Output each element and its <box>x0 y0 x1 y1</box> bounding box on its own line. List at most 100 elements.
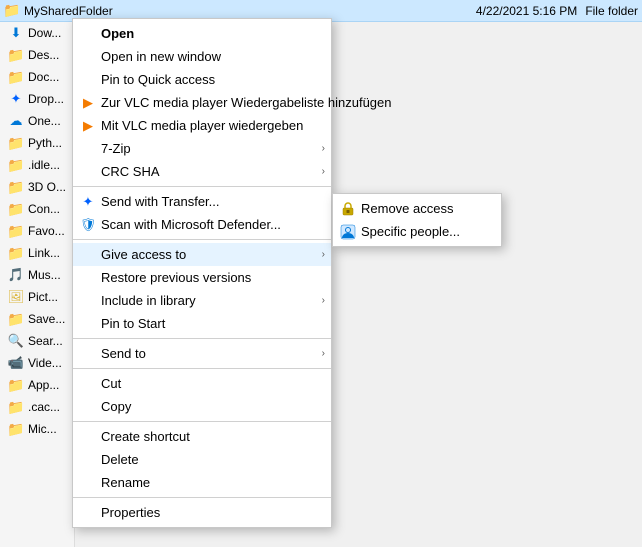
folder-icon-fav: 📁 <box>8 223 24 239</box>
sidebar-item-downloads[interactable]: ⬇ Dow... <box>0 22 74 44</box>
sidebar-item-contacts[interactable]: 📁 Con... <box>0 198 74 220</box>
sidebar-label: Save... <box>28 312 65 326</box>
menu-label: Scan with Microsoft Defender... <box>101 217 281 232</box>
menu-label: Zur VLC media player Wiedergabeliste hin… <box>101 95 392 110</box>
sidebar-item-desktop[interactable]: 📁 Des... <box>0 44 74 66</box>
menu-item-7zip[interactable]: 7-Zip › <box>73 137 331 160</box>
folder-icon-cache: 📁 <box>8 399 24 415</box>
sidebar-label: Drop... <box>28 92 64 106</box>
submenu-item-specific-people[interactable]: Specific people... <box>333 220 501 243</box>
menu-label: Properties <box>101 505 160 520</box>
folder-icon-ms: 📁 <box>8 421 24 437</box>
separator-1 <box>73 186 331 187</box>
sidebar-item-search[interactable]: 🔍 Sear... <box>0 330 74 352</box>
menu-item-vlc-playlist[interactable]: ▶ Zur VLC media player Wiedergabeliste h… <box>73 91 331 114</box>
submenu-arrow-access: › <box>322 249 325 260</box>
menu-item-vlc-play[interactable]: ▶ Mit VLC media player wiedergeben <box>73 114 331 137</box>
onedrive-icon: ☁ <box>8 113 24 129</box>
sidebar-label: Doc... <box>28 70 59 84</box>
menu-item-copy[interactable]: Copy <box>73 395 331 418</box>
menu-label: Include in library <box>101 293 196 308</box>
folder-icon: 📁 <box>4 3 20 19</box>
menu-item-include-library[interactable]: Include in library › <box>73 289 331 312</box>
menu-label: CRC SHA <box>101 164 160 179</box>
sidebar-label: Dow... <box>28 26 61 40</box>
selected-folder-date: 4/22/2021 5:16 PM <box>476 4 577 18</box>
menu-label: Pin to Quick access <box>101 72 215 87</box>
menu-label: Restore previous versions <box>101 270 251 285</box>
menu-item-delete[interactable]: Delete <box>73 448 331 471</box>
folder-icon-links: 📁 <box>8 245 24 261</box>
folder-icon-contacts: 📁 <box>8 201 24 217</box>
lock-icon <box>339 200 357 218</box>
sidebar-item-documents[interactable]: 📁 Doc... <box>0 66 74 88</box>
menu-item-send-transfer[interactable]: ✦ Send with Transfer... <box>73 190 331 213</box>
folder-icon-3d: 📁 <box>8 179 24 195</box>
sidebar-item-music[interactable]: 🎵 Mus... <box>0 264 74 286</box>
menu-item-restore-versions[interactable]: Restore previous versions <box>73 266 331 289</box>
sidebar-item-links[interactable]: 📁 Link... <box>0 242 74 264</box>
sidebar-label: One... <box>28 114 61 128</box>
submenu-item-remove-access[interactable]: Remove access <box>333 197 501 220</box>
sidebar-label: .idle... <box>28 158 60 172</box>
folder-icon-python: 📁 <box>8 135 24 151</box>
explorer-sidebar: ⬇ Dow... 📁 Des... 📁 Doc... ✦ Drop... ☁ O… <box>0 22 75 547</box>
sidebar-item-idle[interactable]: 📁 .idle... <box>0 154 74 176</box>
sidebar-item-saved[interactable]: 📁 Save... <box>0 308 74 330</box>
separator-5 <box>73 421 331 422</box>
submenu-label-specific: Specific people... <box>361 224 460 239</box>
download-icon: ⬇ <box>8 25 24 41</box>
folder-icon-desktop: 📁 <box>8 47 24 63</box>
sidebar-label: Mus... <box>28 268 61 282</box>
sidebar-item-videos[interactable]: 📹 Vide... <box>0 352 74 374</box>
menu-item-open-new-window[interactable]: Open in new window <box>73 45 331 68</box>
sidebar-item-cache[interactable]: 📁 .cac... <box>0 396 74 418</box>
menu-item-open[interactable]: Open <box>73 22 331 45</box>
sidebar-label: Favo... <box>28 224 65 238</box>
music-icon: 🎵 <box>8 267 24 283</box>
separator-3 <box>73 338 331 339</box>
vlc-icon-2: ▶ <box>79 117 97 135</box>
dropbox-icon: ✦ <box>8 91 24 107</box>
sidebar-item-3d[interactable]: 📁 3D O... <box>0 176 74 198</box>
sidebar-label: Des... <box>28 48 59 62</box>
submenu-label-remove: Remove access <box>361 201 453 216</box>
menu-label: Open in new window <box>101 49 221 64</box>
menu-item-rename[interactable]: Rename <box>73 471 331 494</box>
menu-item-create-shortcut[interactable]: Create shortcut <box>73 425 331 448</box>
submenu-give-access: Remove access Specific people... <box>332 193 502 247</box>
menu-item-crc[interactable]: CRC SHA › <box>73 160 331 183</box>
menu-label: Cut <box>101 376 121 391</box>
sidebar-label: Mic... <box>28 422 57 436</box>
menu-item-send-to[interactable]: Send to › <box>73 342 331 365</box>
menu-item-pin-quick[interactable]: Pin to Quick access <box>73 68 331 91</box>
menu-item-pin-start[interactable]: Pin to Start <box>73 312 331 335</box>
menu-item-properties[interactable]: Properties <box>73 501 331 524</box>
menu-item-give-access[interactable]: Give access to › <box>73 243 331 266</box>
menu-item-defender[interactable]: 🛡 Scan with Microsoft Defender... <box>73 213 331 236</box>
menu-label: Send to <box>101 346 146 361</box>
sidebar-label: Vide... <box>28 356 62 370</box>
submenu-arrow-sendto: › <box>322 348 325 359</box>
folder-icon-idle: 📁 <box>8 157 24 173</box>
menu-label: Create shortcut <box>101 429 190 444</box>
menu-label: Send with Transfer... <box>101 194 220 209</box>
selected-folder-type: File folder <box>585 4 638 18</box>
sidebar-item-microsoft[interactable]: 📁 Mic... <box>0 418 74 440</box>
separator-2 <box>73 239 331 240</box>
vlc-icon: ▶ <box>79 94 97 112</box>
submenu-arrow-library: › <box>322 295 325 306</box>
sidebar-item-python[interactable]: 📁 Pyth... <box>0 132 74 154</box>
menu-label: Give access to <box>101 247 186 262</box>
sidebar-item-pictures[interactable]: 🖼 Pict... <box>0 286 74 308</box>
sidebar-item-onedrive[interactable]: ☁ One... <box>0 110 74 132</box>
menu-item-cut[interactable]: Cut <box>73 372 331 395</box>
sidebar-item-dropbox[interactable]: ✦ Drop... <box>0 88 74 110</box>
menu-label: Pin to Start <box>101 316 165 331</box>
search-icon: 🔍 <box>8 333 24 349</box>
sidebar-label: Pyth... <box>28 136 62 150</box>
sidebar-item-favorites[interactable]: 📁 Favo... <box>0 220 74 242</box>
sidebar-item-appdata[interactable]: 📁 App... <box>0 374 74 396</box>
dropbox-menu-icon: ✦ <box>79 193 97 211</box>
menu-label: Delete <box>101 452 139 467</box>
